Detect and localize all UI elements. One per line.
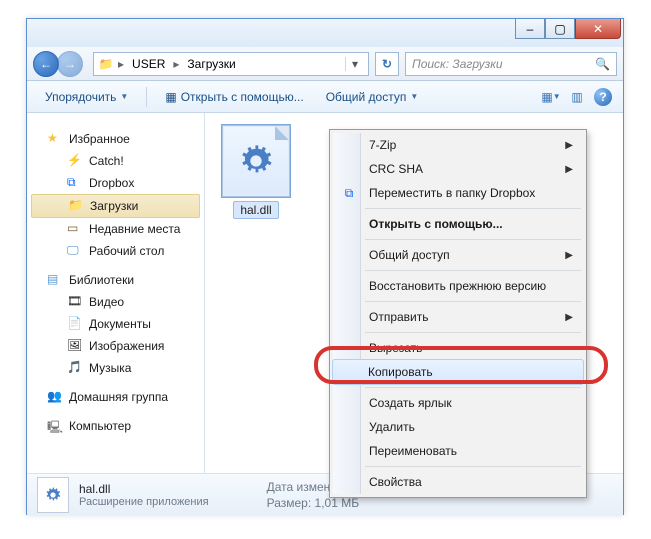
breadcrumb[interactable]: 📁 ▸ USER ▸ Загрузки ▾ (93, 52, 369, 76)
open-with-button[interactable]: ▦ Открыть с помощью... (157, 87, 311, 107)
help-button[interactable]: ? (593, 87, 613, 107)
computer-icon: 🖳 (47, 418, 63, 434)
help-icon: ? (594, 88, 612, 106)
folder-icon: 📁 (68, 198, 84, 214)
sidebar-item-catch[interactable]: ⚡Catch! (27, 150, 204, 172)
status-thumb (37, 477, 69, 513)
chevron-down-icon: ▼ (120, 92, 128, 101)
minimize-button[interactable]: – (515, 19, 545, 39)
preview-pane-button[interactable]: ▥ (567, 87, 587, 107)
context-menu: 7-Zip▶ CRC SHA▶ ⧉Переместить в папку Dro… (329, 129, 587, 498)
dropbox-icon: ⧉ (341, 185, 357, 201)
crumb-user[interactable]: USER (128, 57, 169, 71)
chevron-right-icon: ▶ (565, 250, 573, 261)
search-icon: 🔍 (595, 57, 610, 71)
toolbar: Упорядочить ▼ ▦ Открыть с помощью... Общ… (27, 81, 623, 113)
ctx-open-with[interactable]: Открыть с помощью... (333, 212, 583, 236)
sidebar-homegroup[interactable]: 👥Домашняя группа (27, 379, 204, 408)
status-filename: hal.dll (79, 482, 209, 496)
ctx-7zip[interactable]: 7-Zip▶ (333, 133, 583, 157)
sidebar-item-pictures[interactable]: 🖼Изображения (27, 335, 204, 357)
dropbox-icon: ⧉ (67, 175, 83, 191)
status-filetype: Расширение приложения (79, 496, 209, 508)
ctx-copy[interactable]: Копировать (332, 359, 584, 385)
share-button[interactable]: Общий доступ ▼ (318, 87, 427, 107)
file-item[interactable]: hal.dll (213, 125, 299, 219)
sidebar-item-dropbox[interactable]: ⧉Dropbox (27, 172, 204, 194)
forward-button[interactable]: → (57, 51, 83, 77)
ctx-move-dropbox[interactable]: ⧉Переместить в папку Dropbox (333, 181, 583, 205)
view-button[interactable]: ▦ ▼ (541, 87, 561, 107)
sidebar-favorites[interactable]: ★Избранное (27, 121, 204, 150)
file-name: hal.dll (233, 201, 278, 219)
sidebar: ★Избранное ⚡Catch! ⧉Dropbox 📁Загрузки ▭Н… (27, 113, 205, 473)
chevron-right-icon[interactable]: ▸ (171, 57, 181, 71)
sidebar-item-downloads[interactable]: 📁Загрузки (31, 194, 200, 218)
organize-button[interactable]: Упорядочить ▼ (37, 87, 136, 107)
chevron-right-icon: ▶ (565, 312, 573, 323)
sidebar-item-desktop[interactable]: 🖵Рабочий стол (27, 240, 204, 262)
ctx-delete[interactable]: Удалить (333, 415, 583, 439)
crumb-downloads[interactable]: Загрузки (183, 57, 239, 71)
ctx-restore-version[interactable]: Восстановить прежнюю версию (333, 274, 583, 298)
homegroup-icon: 👥 (47, 389, 63, 405)
sidebar-item-documents[interactable]: 📄Документы (27, 313, 204, 335)
ctx-share[interactable]: Общий доступ▶ (333, 243, 583, 267)
ctx-cut[interactable]: Вырезать (333, 336, 583, 360)
sidebar-item-videos[interactable]: 🎞Видео (27, 291, 204, 313)
folder-icon: 📁 (98, 56, 114, 72)
image-icon: 🖼 (67, 338, 83, 354)
titlebar: – ▢ ✕ (27, 19, 623, 47)
chevron-right-icon: ▶ (565, 164, 573, 175)
sidebar-item-music[interactable]: 🎵Музыка (27, 357, 204, 379)
ctx-rename[interactable]: Переименовать (333, 439, 583, 463)
chevron-right-icon[interactable]: ▸ (116, 57, 126, 71)
dll-icon (45, 487, 61, 503)
sidebar-item-recent[interactable]: ▭Недавние места (27, 218, 204, 240)
status-size-label: Размер: (267, 496, 312, 510)
video-icon: 🎞 (67, 294, 83, 310)
sidebar-libraries[interactable]: ▤Библиотеки (27, 262, 204, 291)
close-button[interactable]: ✕ (575, 19, 621, 39)
refresh-button[interactable]: ↻ (375, 52, 399, 76)
back-button[interactable]: ← (33, 51, 59, 77)
breadcrumb-dropdown[interactable]: ▾ (345, 57, 364, 71)
star-icon: ★ (47, 131, 63, 147)
maximize-button[interactable]: ▢ (545, 19, 575, 39)
search-input[interactable]: Поиск: Загрузки 🔍 (405, 52, 617, 76)
ctx-properties[interactable]: Свойства (333, 470, 583, 494)
ctx-crcsha[interactable]: CRC SHA▶ (333, 157, 583, 181)
ctx-create-shortcut[interactable]: Создать ярлык (333, 391, 583, 415)
desktop-icon: 🖵 (67, 243, 83, 259)
dll-icon (239, 144, 273, 178)
app-icon: ▦ (165, 90, 176, 104)
catch-icon: ⚡ (67, 153, 83, 169)
ctx-send-to[interactable]: Отправить▶ (333, 305, 583, 329)
recent-icon: ▭ (67, 221, 83, 237)
chevron-down-icon: ▼ (410, 92, 418, 101)
document-icon: 📄 (67, 316, 83, 332)
chevron-right-icon: ▶ (565, 140, 573, 151)
library-icon: ▤ (47, 272, 63, 288)
nav-bar: ← → 📁 ▸ USER ▸ Загрузки ▾ ↻ Поиск: Загру… (27, 47, 623, 81)
music-icon: 🎵 (67, 360, 83, 376)
search-placeholder: Поиск: Загрузки (412, 57, 503, 71)
file-thumb (222, 125, 290, 197)
sidebar-computer[interactable]: 🖳Компьютер (27, 408, 204, 437)
